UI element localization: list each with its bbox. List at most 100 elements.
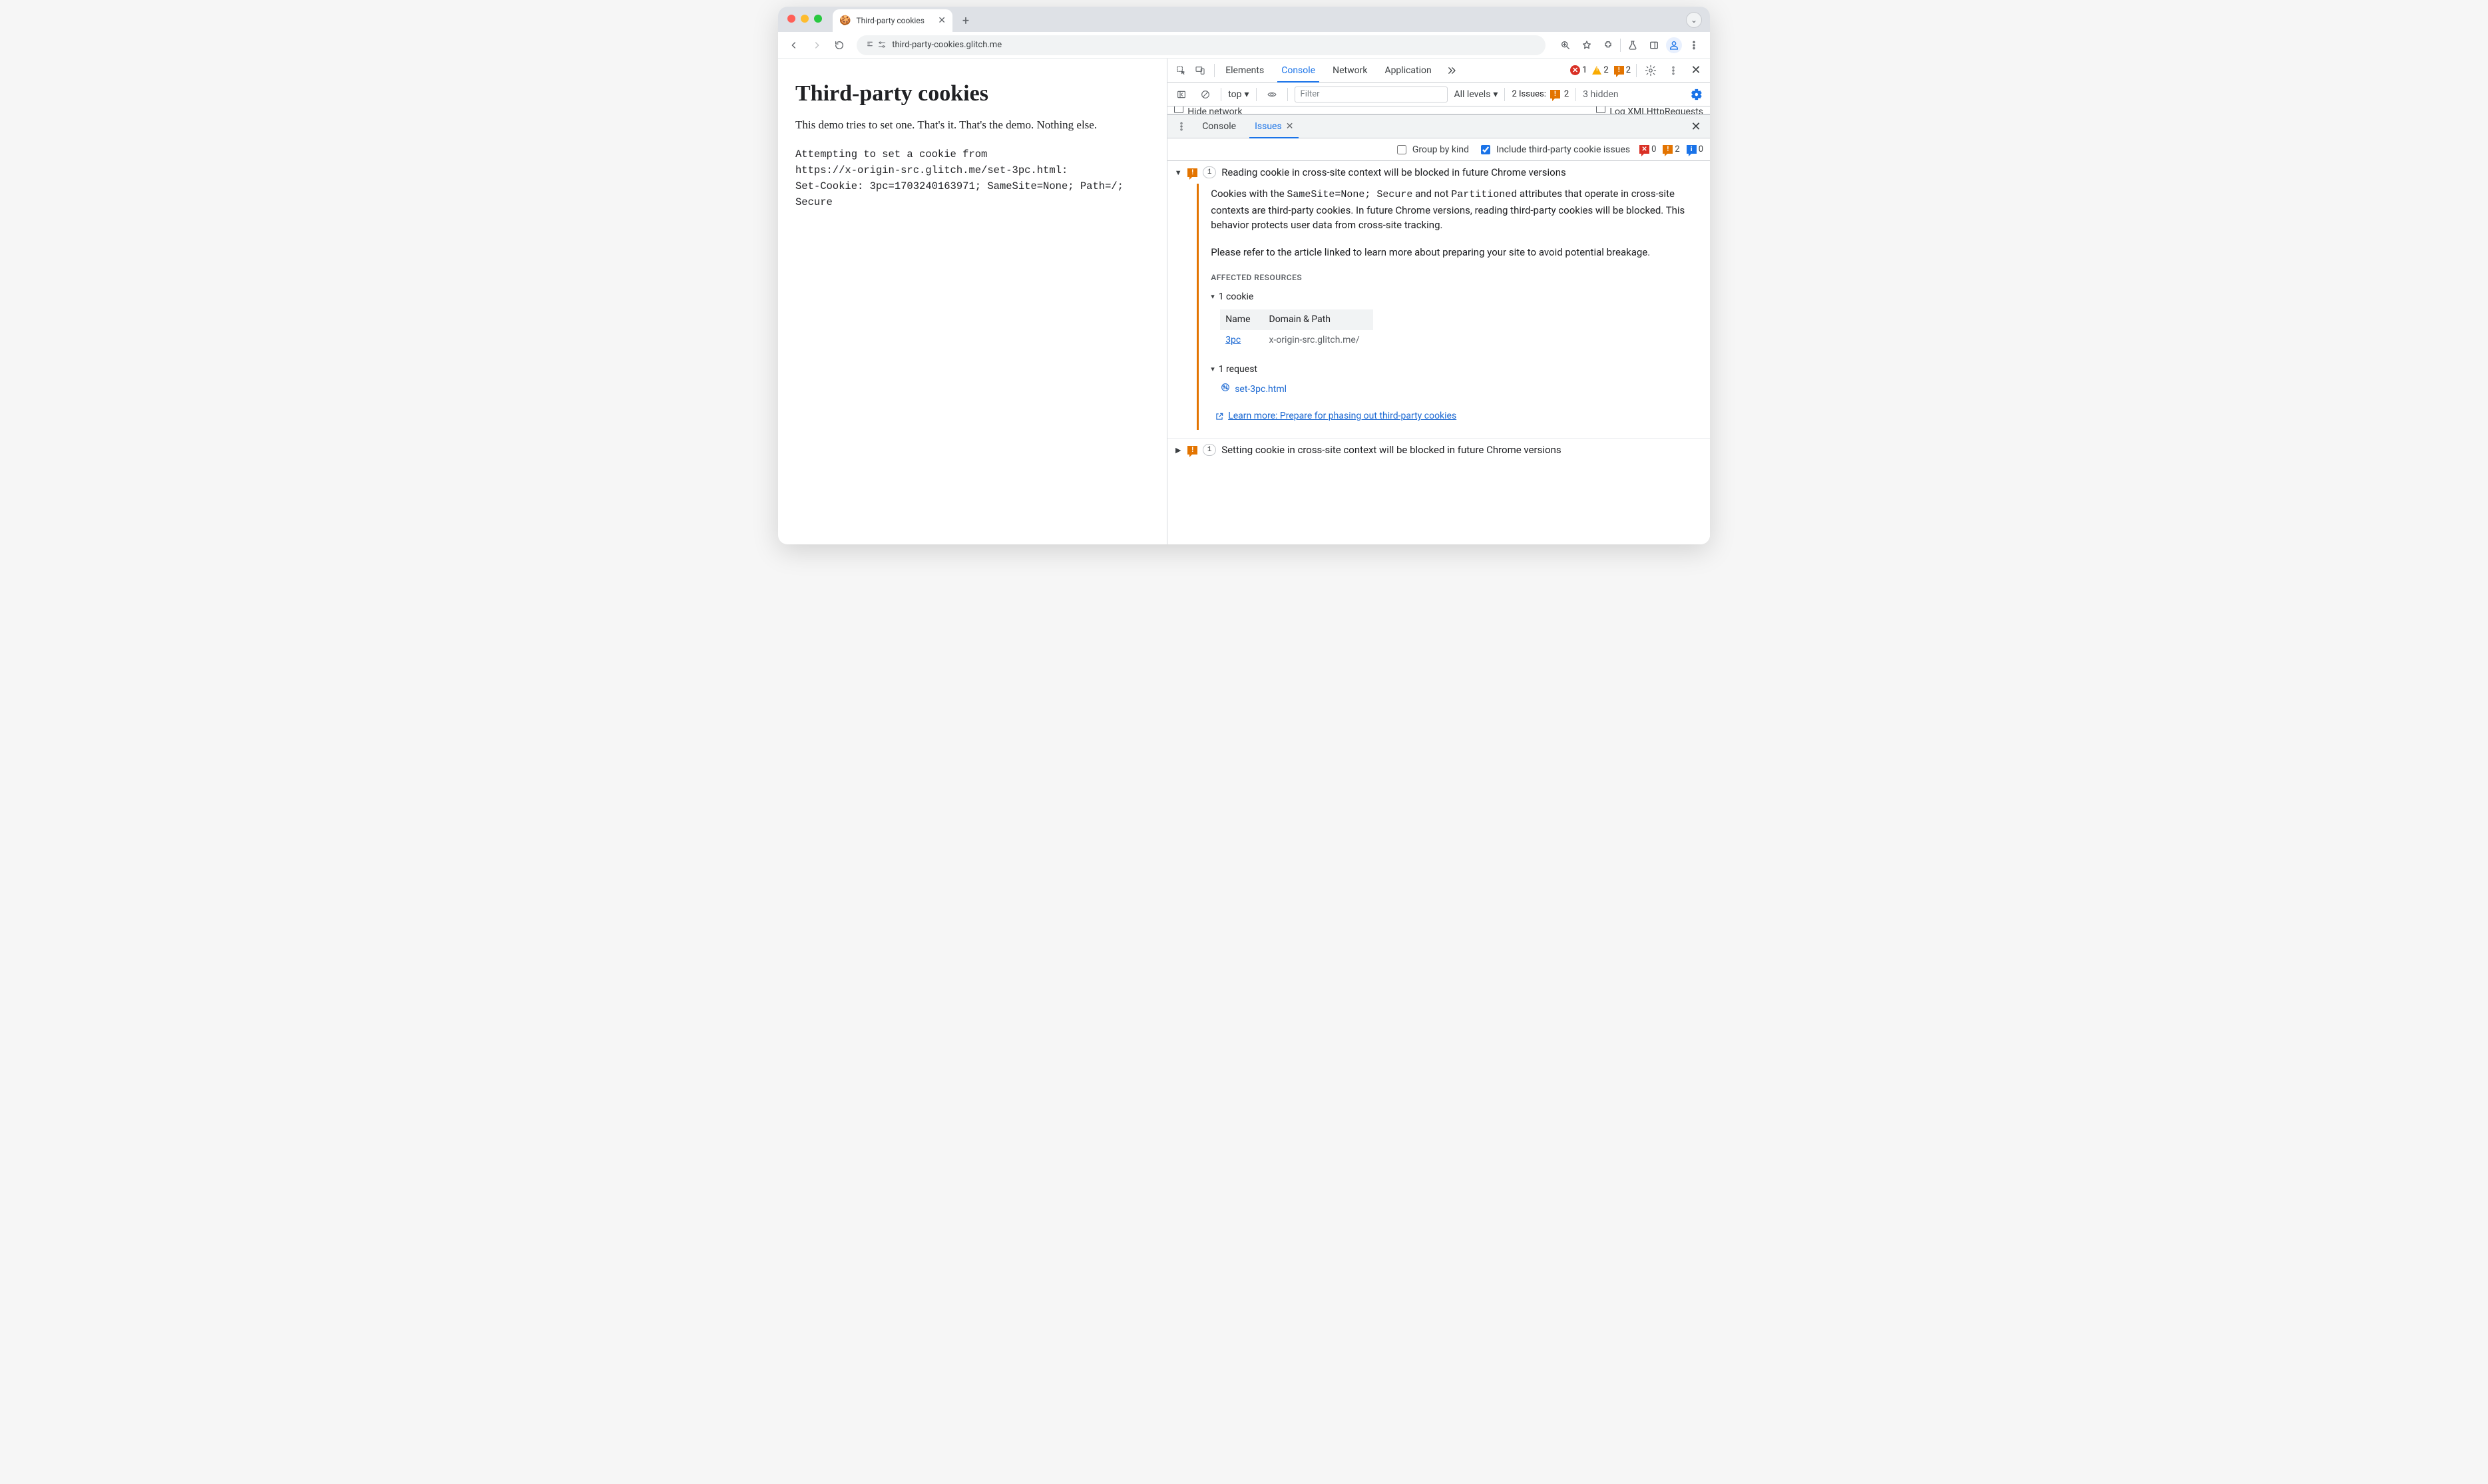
issue-description-2: Please refer to the article linked to le… <box>1211 245 1694 260</box>
profile-avatar[interactable] <box>1666 37 1682 53</box>
separator <box>1575 88 1576 101</box>
page-viewport: Third-party cookies This demo tries to s… <box>778 59 1167 544</box>
checkbox[interactable] <box>1174 106 1183 113</box>
requests-summary[interactable]: 1 request <box>1211 363 1694 377</box>
issues-count-badge[interactable]: !2 <box>1614 65 1631 75</box>
address-bar[interactable]: third-party-cookies.glitch.me <box>857 35 1546 55</box>
tab-title: Third-party cookies <box>856 16 924 25</box>
affected-resources-header: Affected Resources <box>1211 272 1694 283</box>
hidden-messages[interactable]: 3 hidden <box>1583 89 1618 100</box>
separator <box>1504 88 1505 101</box>
warning-speech-icon: ! <box>1187 446 1197 455</box>
side-panel-icon[interactable] <box>1645 36 1663 55</box>
drawer-menu-icon[interactable] <box>1173 118 1190 135</box>
device-toolbar-icon[interactable] <box>1191 62 1209 79</box>
issues-link[interactable]: 2 Issues:!2 <box>1512 89 1569 99</box>
console-filterbar: top ▾ Filter All levels ▾ 2 Issues:!2 3 … <box>1167 83 1710 106</box>
site-settings-icon[interactable] <box>865 39 887 52</box>
tab-network[interactable]: Network <box>1325 59 1375 82</box>
issue-header[interactable]: ▼ ! 1 Reading cookie in cross-site conte… <box>1167 161 1710 184</box>
warning-issues-count[interactable]: !2 <box>1663 144 1679 154</box>
tab-more[interactable] <box>1441 59 1462 82</box>
toolbar-right <box>1556 36 1703 55</box>
devtools-menu-icon[interactable] <box>1665 62 1682 79</box>
drawer-tab-console[interactable]: Console <box>1194 115 1244 138</box>
titlebar: 🍪 Third-party cookies ✕ + ⌄ <box>778 7 1710 32</box>
tabstrip: 🍪 Third-party cookies ✕ + <box>833 7 975 32</box>
issues-toolbar: Group by kind Include third-party cookie… <box>1167 138 1710 161</box>
affected-requests-section: 1 request set-3pc.html <box>1211 363 1694 397</box>
drawer-header: Console Issues✕ ✕ <box>1167 114 1710 138</box>
external-link-icon <box>1215 412 1224 421</box>
arrow-left-icon <box>789 40 799 51</box>
issues-counts: ✕0 !2 i0 <box>1639 144 1703 154</box>
tab-overflow-button[interactable]: ⌄ <box>1686 12 1702 28</box>
devtools-close-icon[interactable]: ✕ <box>1687 62 1705 79</box>
tab-elements[interactable]: Elements <box>1217 59 1272 82</box>
warning-count-badge[interactable]: 2 <box>1592 65 1608 75</box>
issue-item: ▼ ! 1 Reading cookie in cross-site conte… <box>1167 161 1710 439</box>
log-levels-select[interactable]: All levels ▾ <box>1454 89 1498 100</box>
arrow-right-icon <box>811 40 822 51</box>
page-log: Attempting to set a cookie from https://… <box>795 146 1149 210</box>
back-button[interactable] <box>785 36 803 55</box>
menu-icon[interactable] <box>1685 36 1703 55</box>
tab-application[interactable]: Application <box>1376 59 1439 82</box>
filter-input[interactable]: Filter <box>1295 87 1448 102</box>
separator <box>1287 88 1288 101</box>
include-3p-cookie-checkbox[interactable]: Include third-party cookie issues <box>1478 143 1630 156</box>
console-sidebar-toggle-icon[interactable] <box>1173 86 1190 103</box>
reload-icon <box>834 40 845 51</box>
cookies-summary[interactable]: 1 cookie <box>1211 290 1694 304</box>
learn-more-link[interactable]: Learn more: Prepare for phasing out thir… <box>1215 409 1694 423</box>
console-settings-gear-icon[interactable] <box>1687 86 1705 103</box>
browser-tab[interactable]: 🍪 Third-party cookies ✕ <box>833 9 952 32</box>
issue-header[interactable]: ▶ ! 1 Setting cookie in cross-site conte… <box>1167 439 1710 461</box>
tab-close-icon[interactable]: ✕ <box>938 15 946 26</box>
error-count-badge[interactable]: ✕1 <box>1570 65 1587 75</box>
col-domain: Domain & Path <box>1264 309 1373 330</box>
minimize-window-button[interactable] <box>801 15 809 23</box>
console-settings-row: Hide network Log XMLHttpRequests <box>1167 106 1710 114</box>
reload-button[interactable] <box>830 36 849 55</box>
error-issues-count[interactable]: ✕0 <box>1639 144 1656 154</box>
maximize-window-button[interactable] <box>814 15 822 23</box>
issue-description: Cookies with the SameSite=None; Secure a… <box>1211 186 1694 233</box>
bookmark-icon[interactable] <box>1577 36 1596 55</box>
labs-icon[interactable] <box>1623 36 1642 55</box>
disclosure-down-icon: ▼ <box>1174 168 1182 177</box>
forward-button[interactable] <box>807 36 826 55</box>
extensions-icon[interactable] <box>1599 36 1617 55</box>
group-by-kind-checkbox[interactable]: Group by kind <box>1394 143 1469 156</box>
cookies-table: Name Domain & Path 3pc x-origin-src.glit… <box>1220 309 1372 351</box>
separator <box>1636 64 1637 77</box>
issue-title: Reading cookie in cross-site context wil… <box>1221 166 1566 178</box>
issue-item: ▶ ! 1 Setting cookie in cross-site conte… <box>1167 439 1710 461</box>
drawer-close-icon[interactable]: ✕ <box>1687 118 1705 135</box>
url-text: third-party-cookies.glitch.me <box>892 40 1002 50</box>
tab-console[interactable]: Console <box>1273 59 1323 82</box>
separator <box>1214 64 1215 77</box>
clear-console-icon[interactable] <box>1197 86 1214 103</box>
cookie-name-link[interactable]: 3pc <box>1225 335 1241 345</box>
new-tab-button[interactable]: + <box>956 11 975 30</box>
live-expression-icon[interactable] <box>1263 86 1281 103</box>
close-window-button[interactable] <box>787 15 795 23</box>
info-issues-count[interactable]: i0 <box>1687 144 1703 154</box>
table-row: 3pc x-origin-src.glitch.me/ <box>1220 330 1372 351</box>
warning-speech-icon: ! <box>1187 168 1197 177</box>
execution-context-select[interactable]: top ▾ <box>1228 89 1249 100</box>
request-icon <box>1220 382 1231 397</box>
issue-count-pill: 1 <box>1203 444 1216 456</box>
request-link[interactable]: set-3pc.html <box>1220 382 1694 397</box>
browser-window: 🍪 Third-party cookies ✕ + ⌄ third-party-… <box>778 7 1710 544</box>
devtools-panel: Elements Console Network Application ✕ 1 … <box>1167 59 1710 544</box>
page-title: Third-party cookies <box>795 81 1149 106</box>
drawer-tab-issues[interactable]: Issues✕ <box>1247 115 1301 138</box>
inspect-element-icon[interactable] <box>1173 62 1190 79</box>
zoom-icon[interactable] <box>1556 36 1575 55</box>
affected-cookies-section: 1 cookie Name Domain & Path 3pc x-origin… <box>1211 290 1694 351</box>
checkbox[interactable] <box>1596 106 1605 113</box>
close-tab-icon[interactable]: ✕ <box>1286 121 1294 132</box>
settings-gear-icon[interactable] <box>1642 62 1659 79</box>
